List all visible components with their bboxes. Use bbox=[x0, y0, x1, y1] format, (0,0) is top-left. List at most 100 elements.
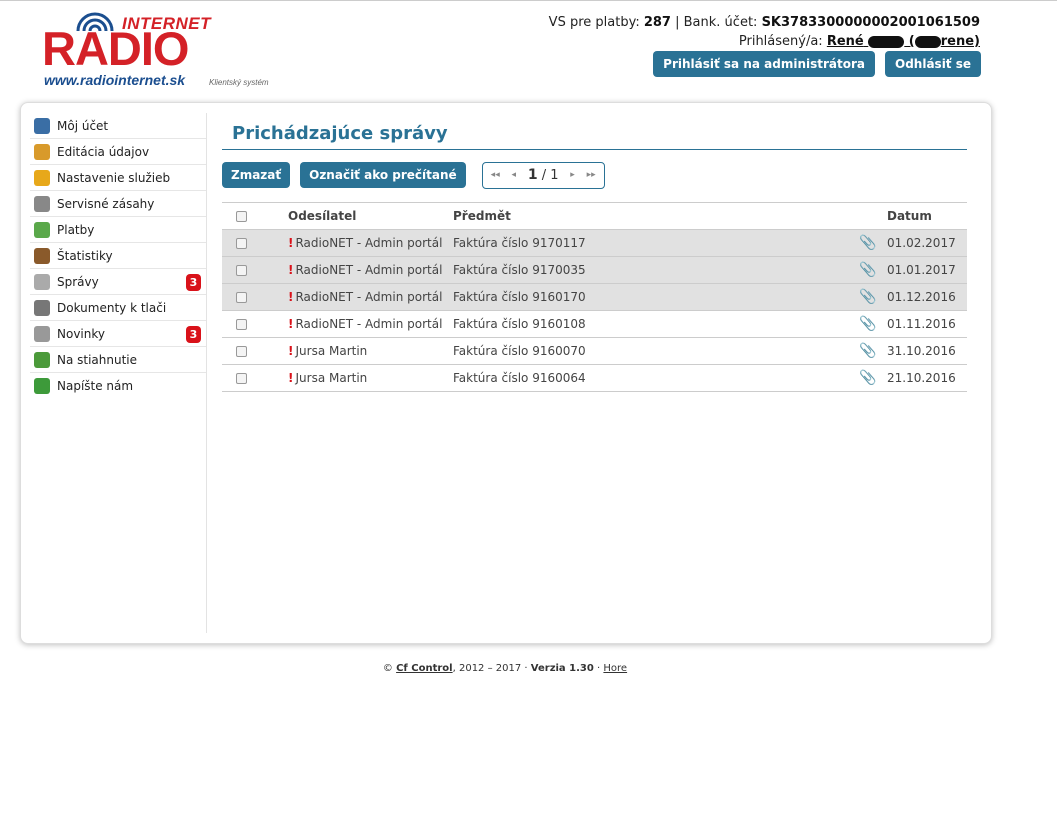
messages-content: Prichádzajúce správy Zmazať Označiť ako … bbox=[222, 113, 967, 392]
user-suffix: rene) bbox=[940, 34, 980, 49]
page-title: Prichádzajúce správy bbox=[222, 113, 967, 150]
sidebar-item-5[interactable]: Štatistiky bbox=[30, 243, 206, 269]
redacted-block bbox=[914, 35, 941, 48]
copyright-symbol: © bbox=[382, 663, 393, 674]
envelope-icon bbox=[34, 273, 50, 290]
logout-button[interactable]: Odhlásiť se bbox=[885, 51, 981, 77]
sidebar-item-label: Správy bbox=[57, 274, 99, 289]
sidebar-item-3[interactable]: Servisné zásahy bbox=[30, 191, 206, 217]
sidebar-item-10[interactable]: Napíšte nám bbox=[30, 373, 206, 399]
logo[interactable]: INTERNET RADIO www.radiointernet.sk Klie… bbox=[42, 5, 282, 89]
user-first-name: René bbox=[826, 34, 864, 49]
row-subject: Faktúra číslo 9170035 bbox=[449, 256, 849, 284]
user-icon bbox=[34, 117, 50, 134]
important-icon: ! bbox=[288, 263, 294, 277]
logged-label: Prihlásený/a: bbox=[738, 34, 823, 49]
table-row[interactable]: ! Jursa Martin Faktúra číslo 9160070 📎 31.10… bbox=[222, 337, 967, 365]
row-checkbox[interactable] bbox=[236, 319, 247, 330]
next-page-icon[interactable]: ▸ bbox=[570, 170, 575, 180]
footer: © Cf Control, 2012 – 2017 · Verzia 1.30 … bbox=[0, 663, 1010, 674]
vs-label: VS pre platby: bbox=[548, 15, 640, 30]
header-buttons: Prihlásiť sa na administrátora Odhlásiť … bbox=[653, 51, 981, 77]
footer-years: , 2012 – 2017 · bbox=[452, 663, 528, 674]
first-page-icon[interactable]: ◂◂ bbox=[491, 170, 500, 180]
sidebar-item-label: Editácia údajov bbox=[57, 144, 150, 159]
row-date: 01.12.2016 bbox=[883, 283, 967, 311]
row-subject: Faktúra číslo 9170117 bbox=[449, 229, 849, 257]
page-current: 1 bbox=[527, 167, 538, 183]
row-checkbox[interactable] bbox=[236, 346, 247, 357]
logo-subtitle: Klientský systém bbox=[209, 78, 269, 87]
footer-separator: · bbox=[597, 663, 601, 674]
pager: ◂◂ ◂ 1 / 1 ▸ ▸▸ bbox=[481, 161, 605, 189]
table-row[interactable]: ! RadioNET - Admin portál Faktúra číslo 91… bbox=[222, 283, 967, 311]
last-page-icon[interactable]: ▸▸ bbox=[587, 170, 596, 180]
company-link[interactable]: Cf Control bbox=[396, 663, 453, 674]
sidebar-item-label: Nastavenie služieb bbox=[57, 170, 171, 185]
prev-page-icon[interactable]: ◂ bbox=[512, 170, 517, 180]
col-subject: Předmět bbox=[449, 202, 849, 230]
row-sender: RadioNET - Admin portál bbox=[295, 263, 443, 277]
admin-login-button[interactable]: Prihlásiť sa na administrátora bbox=[653, 51, 875, 77]
important-icon: ! bbox=[288, 290, 294, 304]
important-icon: ! bbox=[288, 236, 294, 250]
table-row[interactable]: ! RadioNET - Admin portál Faktúra číslo 91… bbox=[222, 310, 967, 338]
newspaper-icon bbox=[34, 325, 50, 342]
table-header: Odesílatel Předmět Datum bbox=[222, 202, 967, 230]
row-checkbox[interactable] bbox=[236, 373, 247, 384]
sidebar-item-9[interactable]: Na stiahnutie bbox=[30, 347, 206, 373]
sidebar-item-1[interactable]: Editácia údajov bbox=[30, 139, 206, 165]
sidebar-item-label: Dokumenty k tlači bbox=[57, 300, 167, 315]
row-date: 01.01.2017 bbox=[883, 256, 967, 284]
row-sender: RadioNET - Admin portál bbox=[295, 290, 443, 304]
back-to-top-link[interactable]: Hore bbox=[603, 663, 627, 674]
col-date: Datum bbox=[883, 202, 967, 230]
delete-button[interactable]: Zmazať bbox=[222, 162, 291, 188]
table-row[interactable]: ! Jursa Martin Faktúra číslo 9160064 📎 21.10… bbox=[222, 364, 967, 392]
count-badge: 3 bbox=[186, 326, 201, 343]
attachment-icon[interactable]: 📎 bbox=[849, 310, 883, 338]
toolbar: Zmazať Označiť ako prečítané ◂◂ ◂ 1 / 1 … bbox=[222, 161, 967, 189]
row-checkbox[interactable] bbox=[236, 238, 247, 249]
mark-read-button[interactable]: Označiť ako prečítané bbox=[300, 162, 466, 188]
sidebar-item-6[interactable]: Správy 3 bbox=[30, 269, 206, 295]
table-row[interactable]: ! RadioNET - Admin portál Faktúra číslo 91… bbox=[222, 256, 967, 284]
attachment-icon[interactable]: 📎 bbox=[849, 256, 883, 284]
bank-label: | Bank. účet: bbox=[675, 15, 758, 30]
attachment-icon[interactable]: 📎 bbox=[849, 283, 883, 311]
row-sender: Jursa Martin bbox=[295, 371, 368, 385]
attachment-icon[interactable]: 📎 bbox=[849, 364, 883, 392]
attachment-icon[interactable]: 📎 bbox=[849, 229, 883, 257]
sidebar-item-label: Na stiahnutie bbox=[57, 352, 138, 367]
user-link[interactable]: René (rene) bbox=[827, 34, 980, 49]
col-sender: Odesílatel bbox=[284, 202, 449, 230]
main-panel: Môj účet Editácia údajov Nastavenie služie… bbox=[20, 102, 992, 644]
tools-icon bbox=[34, 195, 50, 212]
row-date: 31.10.2016 bbox=[883, 337, 967, 365]
account-info: VS pre platby: 287 | Bank. účet: SK37833… bbox=[549, 13, 980, 51]
messages-table: Odesílatel Předmět Datum ! RadioNET - Adm… bbox=[222, 202, 967, 392]
row-sender: RadioNET - Admin portál bbox=[295, 236, 443, 250]
sidebar-item-4[interactable]: Platby bbox=[30, 217, 206, 243]
sidebar-item-label: Platby bbox=[57, 222, 95, 237]
sidebar-item-8[interactable]: Novinky 3 bbox=[30, 321, 206, 347]
count-badge: 3 bbox=[186, 274, 201, 291]
vs-value: 287 bbox=[643, 15, 671, 30]
table-row[interactable]: ! RadioNET - Admin portál Faktúra číslo 91… bbox=[222, 229, 967, 257]
select-all-checkbox[interactable] bbox=[236, 211, 247, 222]
attachment-icon[interactable]: 📎 bbox=[849, 337, 883, 365]
sidebar-item-2[interactable]: Nastavenie služieb bbox=[30, 165, 206, 191]
sidebar-item-7[interactable]: Dokumenty k tlači bbox=[30, 295, 206, 321]
important-icon: ! bbox=[288, 344, 294, 358]
row-date: 01.11.2016 bbox=[883, 310, 967, 338]
row-sender: RadioNET - Admin portál bbox=[295, 317, 443, 331]
sidebar-item-label: Servisné zásahy bbox=[57, 196, 155, 211]
sidebar-item-0[interactable]: Môj účet bbox=[30, 113, 206, 139]
sidebar-item-label: Novinky bbox=[57, 326, 105, 341]
row-checkbox[interactable] bbox=[236, 292, 247, 303]
page-indicator: 1 / 1 bbox=[528, 167, 559, 183]
row-checkbox[interactable] bbox=[236, 265, 247, 276]
row-subject: Faktúra číslo 9160064 bbox=[449, 364, 849, 392]
chart-icon bbox=[34, 247, 50, 264]
printer-icon bbox=[34, 299, 50, 316]
